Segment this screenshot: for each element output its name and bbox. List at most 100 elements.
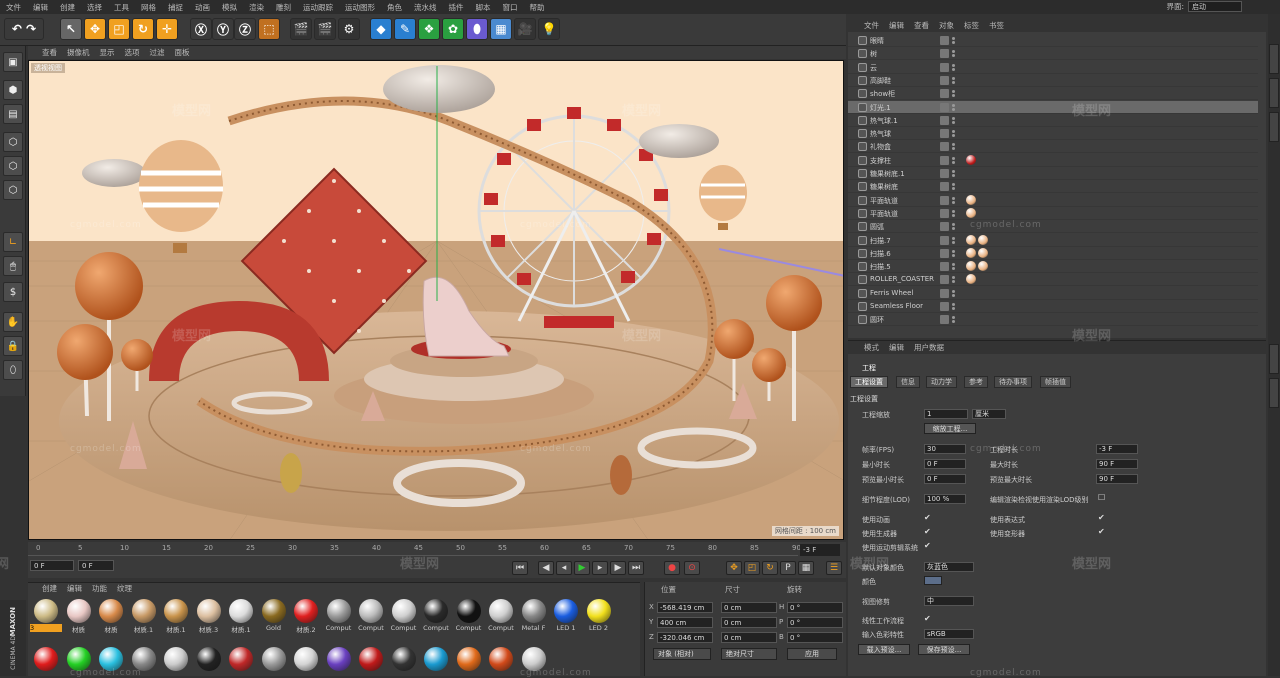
max-time-field[interactable]: 90 F — [1096, 459, 1138, 469]
object-menu-item[interactable]: 查看 — [914, 20, 929, 31]
visibility-icon[interactable] — [940, 195, 949, 205]
objects-tab[interactable] — [1269, 44, 1279, 74]
workplane-icon[interactable]: ▤ — [3, 104, 23, 124]
menu-item[interactable]: 模拟 — [222, 2, 237, 13]
render-visibility-dot[interactable] — [952, 293, 955, 297]
rotation-field[interactable]: 0 ° — [787, 617, 843, 628]
editor-visibility-dot[interactable] — [952, 63, 955, 67]
object-row[interactable]: 礼物盒 — [848, 140, 1258, 154]
sculpt-icon[interactable]: ✋ — [3, 312, 23, 332]
snap-icon[interactable]: $ — [3, 282, 23, 302]
attribute-tab[interactable]: 帧插值 — [1040, 376, 1071, 388]
start-frame-field[interactable]: 0 F — [30, 560, 74, 571]
object-menu-item[interactable]: 标签 — [964, 20, 979, 31]
preview-min-field[interactable]: 0 F — [924, 474, 966, 484]
size-field[interactable]: 0 cm — [721, 632, 777, 643]
material-swatch[interactable]: Comput — [485, 597, 517, 643]
material-ball[interactable] — [521, 647, 546, 671]
save-preset-button[interactable]: 保存预设... — [918, 644, 970, 655]
material-tag-icon[interactable] — [978, 261, 988, 272]
material-tag-icon[interactable] — [966, 247, 976, 258]
play-icon[interactable]: ▶ — [574, 561, 590, 575]
visibility-icon[interactable] — [940, 275, 949, 285]
visibility-icon[interactable] — [940, 36, 949, 45]
polygons-mode-icon[interactable]: ⬡ — [3, 180, 23, 200]
use-animation-checkbox[interactable]: ✔ — [924, 513, 931, 522]
key-pla-icon[interactable]: ▦ — [798, 561, 814, 575]
render-visibility-dot[interactable] — [952, 200, 955, 204]
object-row[interactable]: 高脚鞋 — [848, 74, 1258, 87]
material-swatch[interactable]: Comput — [323, 597, 355, 643]
material-swatch[interactable]: LED 2 — [583, 597, 615, 643]
visibility-icon[interactable] — [940, 89, 949, 99]
preview-max-field[interactable]: 90 F — [1096, 474, 1138, 484]
menu-item[interactable]: 插件 — [449, 2, 464, 13]
material-ball[interactable] — [424, 647, 448, 671]
menu-item[interactable]: 工具 — [114, 2, 129, 13]
object-row[interactable]: 眼睛 — [848, 34, 1258, 47]
object-row[interactable]: 灯光.1 — [848, 100, 1258, 114]
material-ball[interactable] — [294, 647, 318, 671]
object-row[interactable]: show柜 — [848, 87, 1258, 101]
use-generators-checkbox[interactable]: ✔ — [924, 527, 931, 536]
render-lod-checkbox[interactable]: ☐ — [1098, 493, 1105, 502]
menu-item[interactable]: 流水线 — [414, 2, 437, 13]
render-visibility-dot[interactable] — [952, 187, 955, 191]
attributes-tab[interactable] — [1269, 344, 1279, 374]
editor-visibility-dot[interactable] — [952, 170, 955, 173]
visibility-icon[interactable] — [940, 315, 949, 325]
key-rotate-icon[interactable]: ↻ — [762, 561, 778, 575]
object-row[interactable]: 热气球 — [848, 127, 1258, 141]
view-clip-select[interactable]: 中 — [924, 596, 974, 606]
object-row[interactable]: 扫描.5 — [848, 260, 1258, 274]
model-mode-icon[interactable]: ▣ — [3, 52, 23, 72]
menu-item[interactable]: 编辑 — [33, 2, 48, 13]
key-param-icon[interactable]: P — [780, 561, 796, 575]
next-key-icon[interactable]: ▶ — [610, 561, 626, 575]
material-swatch[interactable]: 材质.1 — [128, 597, 160, 643]
load-preset-button[interactable]: 载入预设... — [858, 644, 910, 655]
object-menu-item[interactable]: 书签 — [989, 20, 1004, 31]
render-visibility-dot[interactable] — [952, 147, 955, 151]
object-row[interactable]: 树 — [848, 47, 1258, 61]
default-color-select[interactable]: 灰蓝色 — [924, 562, 974, 572]
record-icon[interactable]: ● — [664, 561, 680, 575]
object-row[interactable]: 糖果树底.1 — [848, 167, 1258, 180]
material-ball[interactable] — [261, 647, 286, 671]
menu-item[interactable]: 运动跟踪 — [303, 2, 333, 13]
attribute-menu-item[interactable]: 模式 — [864, 342, 879, 353]
attribute-tab[interactable]: 信息 — [896, 376, 920, 388]
object-menu-item[interactable]: 编辑 — [889, 20, 904, 31]
size-field[interactable]: 0 cm — [721, 602, 777, 613]
viewport[interactable]: 透视视图 网格间距 : 100 cm — [28, 60, 844, 540]
camera-icon[interactable]: 🎥 — [514, 18, 536, 40]
scale-project-button[interactable]: 缩放工程... — [924, 423, 976, 434]
visibility-icon[interactable] — [940, 208, 949, 218]
key-scale-icon[interactable]: ◰ — [744, 561, 760, 575]
render-picture-viewer-icon[interactable]: 🎬 — [314, 18, 336, 40]
editor-visibility-dot[interactable] — [952, 76, 955, 80]
size-field[interactable]: 0 cm — [721, 617, 777, 628]
deformer-icon[interactable]: ⬮ — [466, 18, 488, 40]
material-tag-icon[interactable] — [966, 207, 976, 218]
attribute-tab[interactable]: 参考 — [964, 376, 988, 388]
material-ball[interactable] — [489, 647, 513, 671]
material-ball[interactable] — [164, 647, 188, 671]
material-swatch[interactable]: Gold — [258, 597, 290, 643]
render-settings-icon[interactable]: ⚙ — [338, 18, 360, 40]
linear-workflow-checkbox[interactable]: ✔ — [924, 614, 931, 623]
render-visibility-dot[interactable] — [952, 213, 955, 217]
attribute-menu-item[interactable]: 用户数据 — [914, 342, 944, 353]
scale-field[interactable]: 1 — [924, 409, 968, 419]
visibility-icon[interactable] — [940, 62, 949, 72]
editor-visibility-dot[interactable] — [952, 209, 955, 213]
material-ball[interactable] — [391, 647, 416, 671]
visibility-icon[interactable] — [940, 262, 949, 272]
material-swatch[interactable]: 材质.1 — [225, 597, 257, 643]
editor-visibility-dot[interactable] — [952, 103, 955, 107]
editor-visibility-dot[interactable] — [952, 90, 955, 94]
transform-tool-icon[interactable]: ✛ — [156, 18, 178, 40]
use-motion-checkbox[interactable]: ✔ — [924, 541, 931, 550]
attribute-menu-item[interactable]: 编辑 — [889, 342, 904, 353]
material-swatch[interactable]: Comput — [388, 597, 420, 643]
